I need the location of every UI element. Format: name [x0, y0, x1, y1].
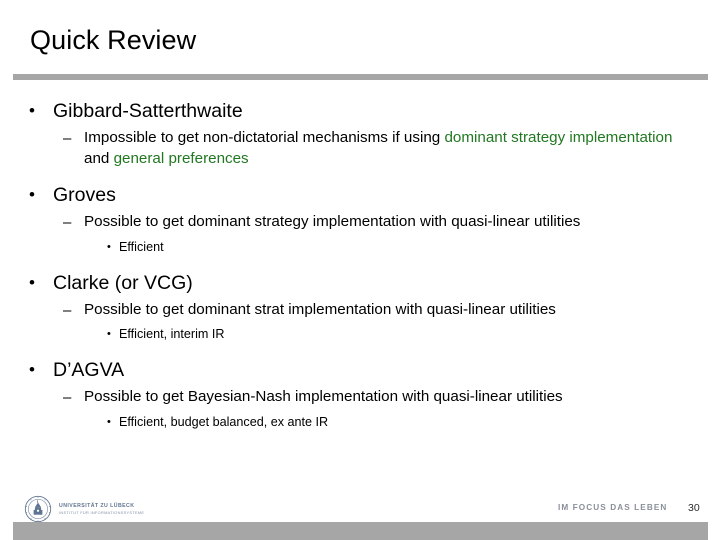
list-item: • Clarke (or VCG): [0, 270, 720, 296]
bullet-level1-icon: •: [29, 101, 35, 120]
institute-name: INSTITUT FÜR INFORMATIONSSYSTEME: [59, 509, 145, 515]
footer-divider-rule: [13, 522, 708, 540]
list-item: • Efficient: [0, 238, 720, 257]
bullet-level3-icon: •: [107, 240, 111, 253]
bullet-level3-icon: •: [107, 328, 111, 340]
bullet-level2-icon: –: [63, 389, 72, 406]
bullet-level2-label: Possible to get Bayesian-Nash implementa…: [84, 388, 563, 405]
highlight-dominant-strategy: dominant strategy implementation: [444, 129, 673, 146]
list-item: • Groves: [0, 182, 720, 208]
page-number: 30: [688, 502, 700, 514]
university-logo-text: UNIVERSITÄT ZU LÜBECK INSTITUT FÜR INFOR…: [59, 503, 144, 516]
bullet-level1-label: Clarke (or VCG): [53, 271, 193, 294]
list-item: – Impossible to get non-dictatorial mech…: [0, 128, 720, 169]
bullet-level1-label: D’AGVA: [53, 359, 125, 381]
bullet-level3-icon: •: [107, 415, 111, 428]
bullet-level1-label: Groves: [53, 184, 116, 206]
bullet-level3-label: Efficient, interim IR: [119, 327, 225, 341]
list-item: – Possible to get Bayesian-Nash implemen…: [0, 387, 720, 408]
bullet-level1-icon: •: [29, 185, 35, 204]
bullet-level3-label: Efficient, budget balanced, ex ante IR: [119, 414, 329, 429]
bullet-level1-label: Gibbard-Satterthwaite: [53, 100, 243, 122]
list-item: – Possible to get dominant strategy impl…: [0, 212, 720, 233]
university-logo: UNIVERSITÄT ZU LÜBECK INSTITUT FÜR INFOR…: [24, 494, 184, 524]
bullet-level2-icon: –: [63, 214, 72, 231]
slide-body: • Gibbard-Satterthwaite – Impossible to …: [0, 98, 720, 432]
university-name: UNIVERSITÄT ZU LÜBECK: [59, 502, 135, 509]
list-item: • Efficient, budget balanced, ex ante IR: [0, 413, 720, 432]
list-item: • Efficient, interim IR: [0, 325, 720, 344]
bullet-level1-icon: •: [29, 360, 35, 379]
bullet-level2-label: Possible to get dominant strat implement…: [84, 300, 556, 318]
footer-slogan: IM FOCUS DAS LEBEN: [558, 503, 668, 512]
list-item: • D’AGVA: [0, 357, 720, 383]
list-item: • Gibbard-Satterthwaite: [0, 98, 720, 124]
bullet-level2-label: Impossible to get non-dictatorial mechan…: [84, 128, 684, 169]
title-divider-rule: [13, 74, 708, 80]
list-item: – Possible to get dominant strat impleme…: [0, 300, 720, 321]
highlight-general-preferences: general preferences: [113, 149, 249, 167]
sub-text-mid: and: [84, 149, 114, 167]
bullet-level1-icon: •: [29, 272, 35, 292]
page-title: Quick Review: [30, 25, 197, 55]
bullet-level3-label: Efficient: [119, 239, 164, 254]
slide: Quick Review • Gibbard-Satterthwaite – I…: [0, 0, 720, 540]
bullet-level2-icon: –: [63, 301, 72, 319]
university-seal-icon: [24, 495, 52, 523]
sub-text-pre: Impossible to get non-dictatorial mechan…: [84, 129, 445, 146]
bullet-level2-label: Possible to get dominant strategy implem…: [84, 213, 581, 230]
bullet-level2-icon: –: [63, 130, 72, 147]
